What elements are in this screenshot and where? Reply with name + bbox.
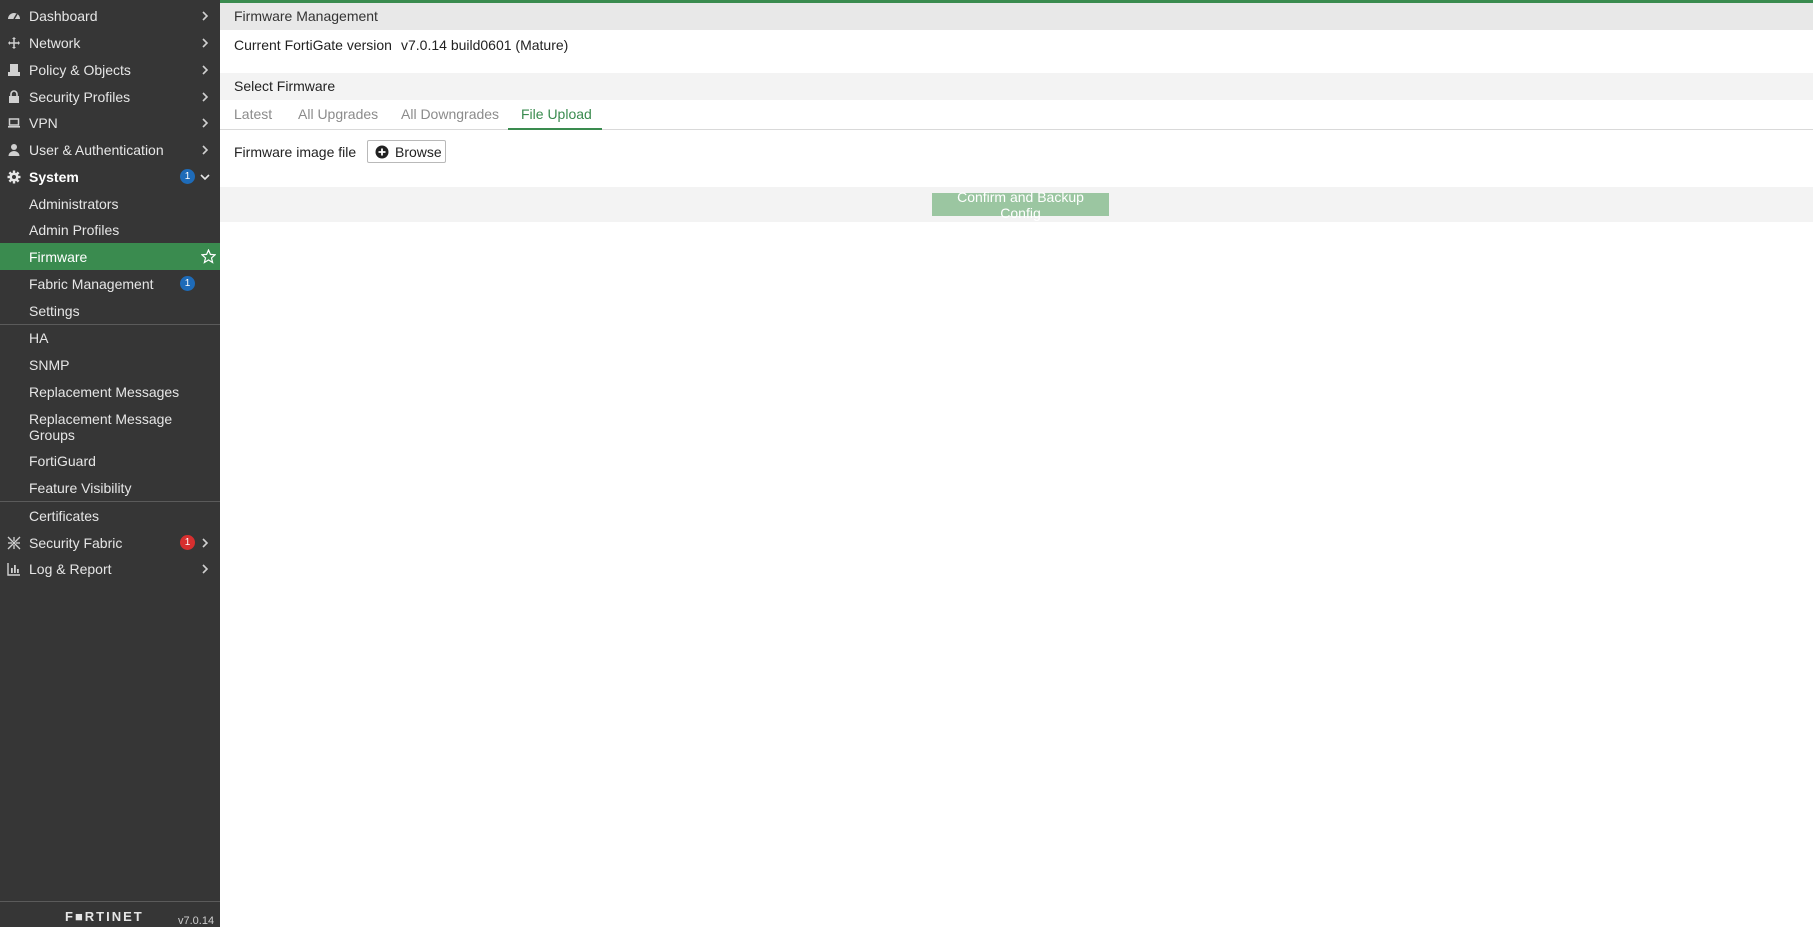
chevron-right-icon — [202, 37, 209, 48]
tab-bar-divider — [220, 129, 1813, 130]
fabric-icon — [6, 535, 22, 551]
section-title: Select Firmware — [234, 78, 336, 94]
firmware-image-label: Firmware image file — [234, 144, 357, 160]
sidebar-item-dashboard[interactable]: Dashboard — [0, 2, 220, 29]
policy-icon — [6, 62, 22, 78]
sidebar-item-policy-objects[interactable]: Policy & Objects — [0, 56, 220, 83]
chevron-right-icon — [202, 537, 209, 548]
user-icon — [6, 142, 22, 158]
form-footer: Confirm and Backup Config — [220, 187, 1813, 222]
sidebar-footer-divider — [0, 901, 220, 902]
lock-icon — [6, 89, 22, 105]
sidebar-item-label: Replacement Messages — [29, 383, 180, 400]
sidebar-item-network[interactable]: Network — [0, 29, 220, 56]
sidebar-item-label: Policy & Objects — [29, 61, 131, 78]
notification-badge: 1 — [180, 535, 195, 550]
chevron-down-icon — [200, 173, 210, 180]
dashboard-icon — [6, 8, 22, 24]
chart-icon — [6, 561, 22, 577]
sidebar-item-label: Replacement Message Groups — [29, 411, 173, 443]
gear-icon — [6, 169, 22, 185]
star-icon[interactable] — [201, 249, 216, 264]
sidebar-item-security-fabric[interactable]: Security Fabric 1 — [0, 529, 220, 556]
page-title: Firmware Management — [234, 8, 378, 24]
sidebar-item-label: Network — [29, 34, 81, 51]
sidebar-item-label: SNMP — [29, 356, 70, 373]
sidebar-item-settings[interactable]: Settings — [0, 297, 220, 324]
chevron-right-icon — [202, 117, 209, 128]
sidebar-item-label: Fabric Management — [29, 275, 154, 292]
sidebar-item-vpn[interactable]: VPN — [0, 109, 220, 136]
sidebar-item-label: Security Fabric — [29, 534, 123, 551]
sidebar-nav: Dashboard Network Policy & Objects Secur… — [0, 0, 220, 927]
select-firmware-header: Select Firmware — [220, 73, 1813, 100]
browse-button[interactable]: Browse — [367, 140, 446, 163]
sidebar-item-feature-visibility[interactable]: Feature Visibility — [0, 474, 220, 501]
sidebar-item-administrators[interactable]: Administrators — [0, 190, 220, 217]
sidebar-item-label: Log & Report — [29, 560, 112, 577]
current-version-label: Current FortiGate version — [234, 37, 392, 53]
sidebar-item-security-profiles[interactable]: Security Profiles — [0, 83, 220, 110]
sidebar-item-label: System — [29, 168, 79, 185]
browse-label: Browse — [395, 144, 442, 160]
sidebar-item-snmp[interactable]: SNMP — [0, 351, 220, 378]
chevron-right-icon — [202, 91, 209, 102]
sidebar-item-system[interactable]: System 1 — [0, 163, 220, 190]
chevron-right-icon — [202, 10, 209, 21]
sidebar-item-label: FortiGuard — [29, 452, 96, 469]
sidebar-item-label: VPN — [29, 114, 58, 131]
sidebar-item-label: Feature Visibility — [29, 479, 132, 496]
fortinet-logo: F■RTINET — [65, 909, 144, 924]
plus-circle-icon — [375, 145, 389, 159]
sidebar-item-replacement-message-groups[interactable]: Replacement Message Groups — [0, 405, 220, 445]
confirm-backup-button[interactable]: Confirm and Backup Config — [932, 189, 1109, 221]
chevron-right-icon — [202, 144, 209, 155]
active-tab-indicator — [508, 128, 602, 130]
notification-badge: 1 — [180, 169, 195, 184]
sidebar-item-label: Settings — [29, 302, 80, 319]
sidebar-item-label: Administrators — [29, 195, 119, 212]
chevron-right-icon — [202, 563, 209, 574]
sidebar-item-firmware[interactable]: Firmware — [0, 243, 220, 270]
sidebar-item-ha[interactable]: HA — [0, 324, 220, 351]
sidebar-item-label: Dashboard — [29, 7, 98, 24]
sidebar-item-label: User & Authentication — [29, 141, 164, 158]
sidebar-item-user-authentication[interactable]: User & Authentication — [0, 136, 220, 163]
firmware-version-label: v7.0.14 — [178, 915, 215, 927]
current-version-value: v7.0.14 build0601 (Mature) — [401, 37, 569, 53]
sidebar-item-fabric-management[interactable]: Fabric Management 1 — [0, 270, 220, 297]
page-header: Firmware Management — [220, 3, 1813, 30]
tab-file-upload[interactable]: File Upload — [521, 106, 592, 122]
sidebar-item-label: Security Profiles — [29, 88, 131, 105]
sidebar-item-label: Firmware — [29, 248, 88, 265]
sidebar-item-fortiguard[interactable]: FortiGuard — [0, 447, 220, 474]
sidebar-item-replacement-messages[interactable]: Replacement Messages — [0, 378, 220, 405]
sidebar-item-certificates[interactable]: Certificates — [0, 502, 220, 529]
network-icon — [6, 35, 22, 51]
notification-badge: 1 — [180, 276, 195, 291]
sidebar-item-label: Certificates — [29, 507, 100, 524]
chevron-right-icon — [202, 64, 209, 75]
main-content: Firmware Management Current FortiGate ve… — [220, 0, 1813, 927]
tab-all-downgrades[interactable]: All Downgrades — [401, 106, 499, 122]
sidebar-item-admin-profiles[interactable]: Admin Profiles — [0, 216, 220, 243]
laptop-icon — [6, 115, 22, 131]
tab-latest[interactable]: Latest — [234, 106, 272, 122]
sidebar-item-label: Admin Profiles — [29, 221, 120, 238]
sidebar-item-log-report[interactable]: Log & Report — [0, 555, 220, 582]
tab-all-upgrades[interactable]: All Upgrades — [298, 106, 378, 122]
sidebar-item-label: HA — [29, 329, 49, 346]
